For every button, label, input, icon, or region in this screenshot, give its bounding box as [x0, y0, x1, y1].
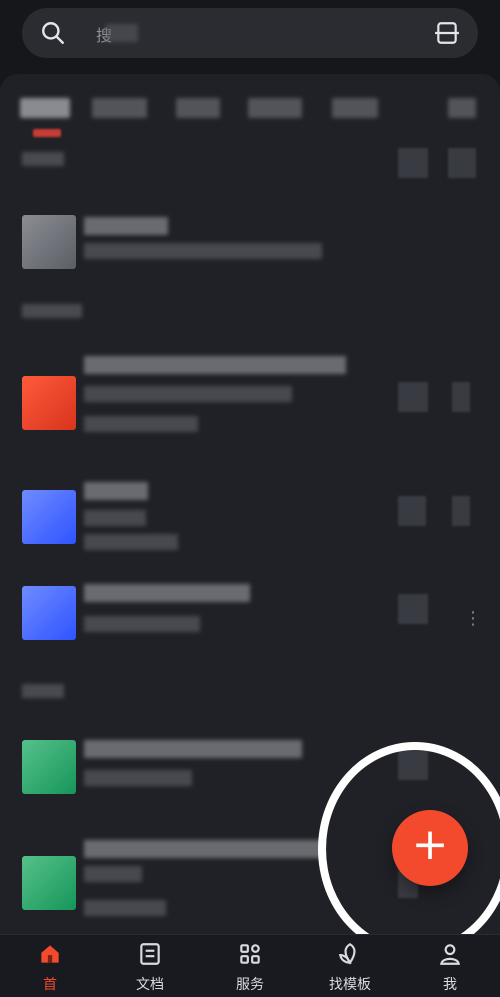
category-tabs: [0, 90, 500, 130]
filter-icon[interactable]: [448, 148, 476, 178]
nav-profile[interactable]: 我: [400, 935, 500, 997]
list-item[interactable]: [0, 205, 500, 315]
document-thumbnail: [22, 376, 76, 430]
document-meta: [84, 770, 192, 786]
document-meta: [84, 900, 166, 916]
list-item[interactable]: ⋮: [0, 566, 500, 676]
document-title: [84, 482, 148, 500]
nav-templates[interactable]: 找模板: [300, 935, 400, 997]
document-meta: [84, 243, 322, 259]
document-thumbnail: [22, 856, 76, 910]
section-label: [22, 304, 82, 318]
services-icon: [240, 944, 260, 964]
plus-icon: +: [411, 819, 449, 870]
nav-label-templates: 找模板: [329, 977, 371, 993]
nav-label-profile: 我: [443, 977, 457, 993]
nav-services[interactable]: 服务: [200, 935, 300, 997]
document-thumbnail: [22, 586, 76, 640]
nav-documents[interactable]: 文档: [100, 935, 200, 997]
nav-label-services: 服务: [236, 977, 264, 993]
document-title: [84, 356, 346, 374]
document-title: [84, 740, 302, 758]
documents-icon: [140, 943, 160, 965]
share-icon[interactable]: [398, 594, 428, 624]
more-icon-block[interactable]: [452, 496, 470, 526]
tab-item[interactable]: [20, 98, 70, 118]
tab-item[interactable]: [92, 98, 147, 118]
tab-item[interactable]: [332, 98, 378, 118]
section-label: [22, 152, 64, 166]
tab-item[interactable]: [448, 98, 476, 118]
document-meta: [84, 534, 178, 550]
templates-icon: [338, 942, 356, 965]
search-bar[interactable]: 搜: [22, 8, 478, 58]
list-item[interactable]: [0, 342, 500, 452]
document-meta: [84, 416, 198, 432]
create-new-button[interactable]: +: [392, 810, 468, 886]
active-tab-indicator: [33, 129, 61, 137]
more-icon-block[interactable]: [452, 382, 470, 412]
bottom-navigation: 首 文档 服务 找模板 我: [0, 934, 500, 997]
section-label: [22, 684, 64, 698]
view-toggle-icon[interactable]: [398, 148, 428, 178]
document-meta: [84, 386, 292, 402]
tab-item[interactable]: [176, 98, 220, 118]
search-icon: [42, 22, 64, 44]
document-meta: [84, 616, 200, 632]
nav-label-documents: 文档: [136, 977, 164, 993]
share-icon[interactable]: [398, 496, 426, 526]
document-title: [84, 217, 168, 235]
document-title: [84, 584, 250, 602]
nav-label-home: 首: [43, 977, 57, 993]
tab-item[interactable]: [248, 98, 302, 118]
document-thumbnail: [22, 490, 76, 544]
more-options-icon[interactable]: ⋮: [464, 607, 482, 631]
document-meta: [84, 866, 142, 882]
search-placeholder-blur: [106, 24, 138, 42]
profile-icon: [440, 944, 460, 965]
share-icon[interactable]: [398, 382, 428, 412]
document-thumbnail: [22, 740, 76, 794]
home-icon: [41, 945, 59, 963]
document-title: [84, 840, 324, 858]
nav-home[interactable]: 首: [0, 935, 100, 997]
document-meta: [84, 510, 146, 526]
document-thumbnail: [22, 215, 76, 269]
scan-icon[interactable]: [434, 20, 460, 46]
list-item[interactable]: [0, 470, 500, 580]
